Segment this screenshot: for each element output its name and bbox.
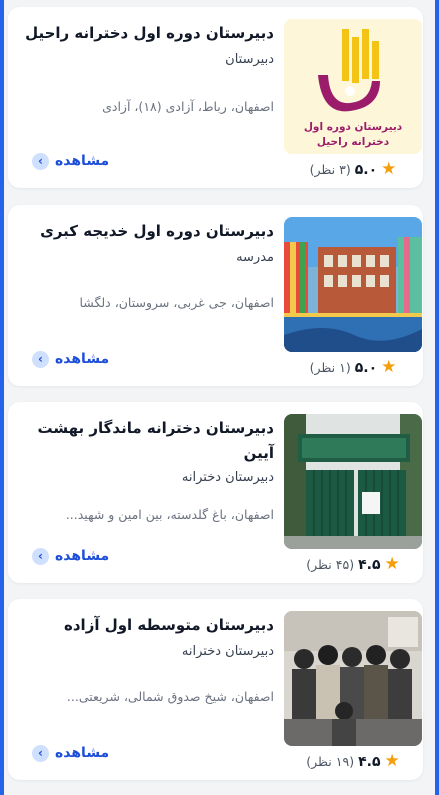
chevron-left-icon: ‹ xyxy=(32,152,49,170)
school-address: اصفهان، جی غربی، سروستان، دلگشا xyxy=(79,295,274,310)
rating-score: ۴.۵ xyxy=(358,753,381,770)
gate-photo-icon xyxy=(284,414,422,549)
school-card[interactable]: دبیرستان دوره اول دخترانه راحیل دبیرستان… xyxy=(8,7,423,188)
review-count: (۳ نظر) xyxy=(309,162,351,177)
school-type: دبیرستان دخترانه xyxy=(181,470,274,485)
school-building-image xyxy=(284,217,422,352)
rating-score: ۵.۰ xyxy=(354,359,378,376)
view-label: مشاهده xyxy=(55,548,110,564)
school-card[interactable]: دبیرستان دوره اول خدیجه کبری مدرسه اصفها… xyxy=(8,205,423,386)
school-type: مدرسه xyxy=(236,250,274,265)
star-icon: ★ xyxy=(381,159,397,179)
view-button[interactable]: ‹ مشاهده xyxy=(32,545,109,567)
rating-summary: ★ ۵.۰ (۳ نظر) xyxy=(284,161,422,178)
school-address: اصفهان، باغ گلدسته، بین امین و شهید... xyxy=(65,507,274,522)
page-edge-right xyxy=(435,0,439,795)
star-icon: ★ xyxy=(381,357,397,377)
svg-text:دبیرستان دوره اول: دبیرستان دوره اول xyxy=(304,121,403,133)
school-title[interactable]: دبیرستان دخترانه ماندگار بهشت آیین xyxy=(22,416,274,466)
review-count: (۴۵ نظر) xyxy=(306,557,355,572)
review-count: (۱ نظر) xyxy=(309,360,351,375)
school-address: اصفهان، شیخ صدوق شمالی، شریعتی... xyxy=(66,689,274,704)
building-photo-icon xyxy=(284,217,422,352)
school-card[interactable]: دبیرستان دخترانه ماندگار بهشت آیین دبیرس… xyxy=(8,402,423,583)
view-button[interactable]: ‹ مشاهده xyxy=(32,348,109,370)
school-card[interactable]: دبیرستان متوسطه اول آزاده دبیرستان دخترا… xyxy=(8,599,423,780)
chevron-left-icon: ‹ xyxy=(32,547,49,565)
rating-score: ۵.۰ xyxy=(354,161,378,178)
view-label: مشاهده xyxy=(55,153,110,169)
view-label: مشاهده xyxy=(55,351,110,367)
school-type: دبیرستان دخترانه xyxy=(181,644,274,659)
svg-text:دخترانه راحیل: دخترانه راحیل xyxy=(317,136,390,148)
school-logo-image: دبیرستان دوره اول دخترانه راحیل xyxy=(284,19,422,154)
school-title[interactable]: دبیرستان دوره اول خدیجه کبری xyxy=(22,219,274,244)
rating-summary: ★ ۴.۵ (۱۹ نظر) xyxy=(284,753,422,770)
view-button[interactable]: ‹ مشاهده xyxy=(32,742,109,764)
raheel-logo-icon: دبیرستان دوره اول دخترانه راحیل xyxy=(284,19,422,154)
school-type: دبیرستان xyxy=(225,52,274,67)
rating-score: ۴.۵ xyxy=(358,556,381,573)
view-button[interactable]: ‹ مشاهده xyxy=(32,150,109,172)
school-address: اصفهان، رباط، آزادی (۱۸)، آزادی xyxy=(102,99,274,114)
page-edge-left xyxy=(0,0,4,795)
chevron-left-icon: ‹ xyxy=(32,350,49,368)
star-icon: ★ xyxy=(384,751,400,771)
school-gate-image xyxy=(284,414,422,549)
chevron-left-icon: ‹ xyxy=(32,744,49,762)
review-count: (۱۹ نظر) xyxy=(306,754,355,769)
star-icon: ★ xyxy=(384,554,400,574)
school-title[interactable]: دبیرستان متوسطه اول آزاده xyxy=(22,613,274,638)
school-students-image xyxy=(284,611,422,746)
rating-summary: ★ ۵.۰ (۱ نظر) xyxy=(284,359,422,376)
students-photo-icon xyxy=(284,611,422,746)
view-label: مشاهده xyxy=(55,745,110,761)
school-title[interactable]: دبیرستان دوره اول دخترانه راحیل xyxy=(22,21,274,46)
rating-summary: ★ ۴.۵ (۴۵ نظر) xyxy=(284,556,422,573)
